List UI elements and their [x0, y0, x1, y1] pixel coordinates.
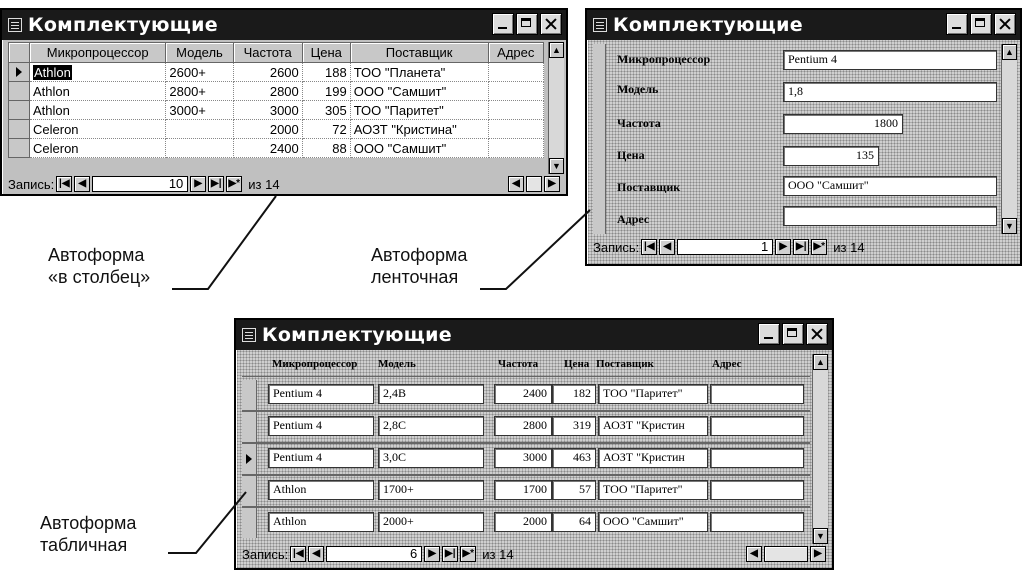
pointer-line-tape — [480, 209, 591, 290]
pointer-line-columnar — [172, 195, 277, 290]
pointer-line-tabular — [168, 491, 247, 554]
pointer-lines — [168, 195, 591, 554]
